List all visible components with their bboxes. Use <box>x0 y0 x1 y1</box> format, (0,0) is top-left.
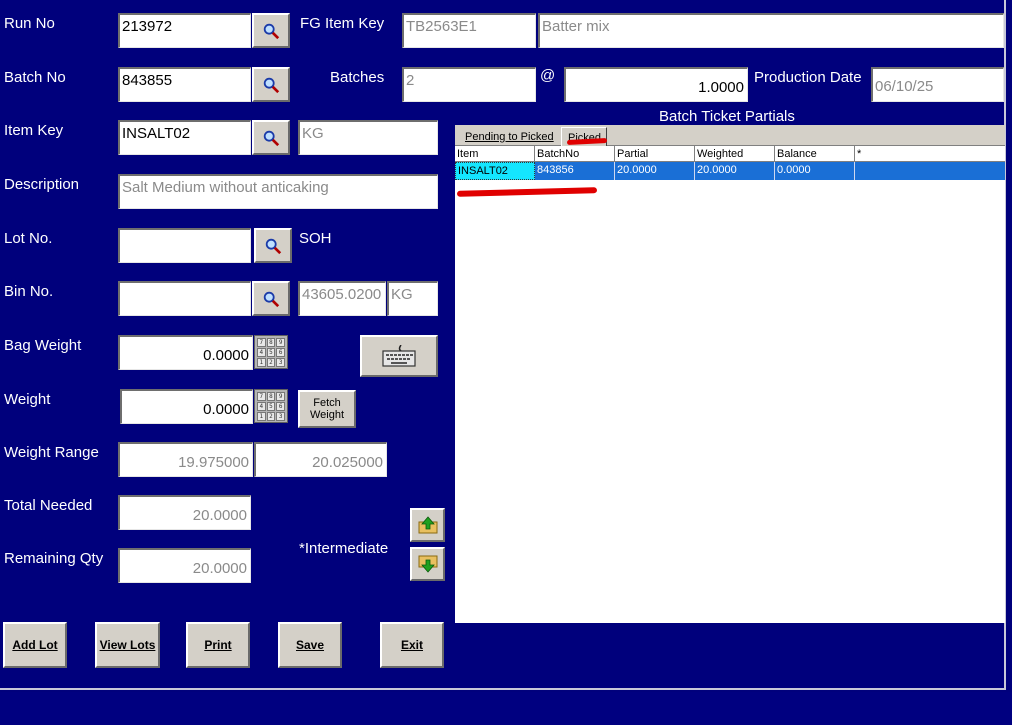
batch-no-field[interactable]: 843855 <box>118 67 251 102</box>
weight-range-min-field: 19.975000 <box>118 442 253 477</box>
table-row[interactable]: INSALT02 843856 20.0000 20.0000 0.0000 <box>455 162 1005 180</box>
item-key-search-button[interactable] <box>252 120 290 155</box>
batches-label: Batches <box>330 69 385 86</box>
cell-extra[interactable] <box>855 162 1005 180</box>
cell-partial[interactable]: 20.0000 <box>615 162 695 180</box>
fg-item-key-label: FG Item Key <box>300 15 385 32</box>
bin-no-label: Bin No. <box>4 283 54 300</box>
total-needed-label: Total Needed <box>4 497 93 514</box>
item-uom-field: KG <box>298 120 438 155</box>
run-no-search-button[interactable] <box>252 13 290 48</box>
col-header-extra[interactable]: * <box>855 146 1005 162</box>
run-no-label: Run No <box>4 15 55 32</box>
annotation-underline-row <box>456 187 598 197</box>
lot-no-field[interactable] <box>118 228 251 263</box>
run-no-field[interactable]: 213972 <box>118 13 251 48</box>
move-down-button[interactable] <box>410 547 445 581</box>
add-lot-button[interactable]: Add Lot <box>3 622 67 668</box>
cell-weighted[interactable]: 20.0000 <box>695 162 775 180</box>
total-needed-field: 20.0000 <box>118 495 251 530</box>
soh-label: SOH <box>299 230 332 247</box>
intermediate-label: *Intermediate <box>299 540 389 557</box>
remaining-qty-field: 20.0000 <box>118 548 251 583</box>
fetch-weight-label-1: Fetch <box>313 397 341 409</box>
fg-item-key-field: TB2563E1 <box>402 13 536 48</box>
batch-no-search-button[interactable] <box>252 67 290 102</box>
description-field: Salt Medium without anticaking <box>118 174 438 209</box>
lot-no-search-button[interactable] <box>254 228 292 263</box>
batch-qty-field: 1.0000 <box>564 67 748 102</box>
col-header-balance[interactable]: Balance <box>775 146 855 162</box>
partials-tab-bar: Pending to Picked Picked <box>455 125 1005 146</box>
fg-item-name-field: Batter mix <box>538 13 1004 48</box>
search-icon <box>263 77 280 93</box>
soh-value-field: 43605.0200 <box>298 281 386 316</box>
production-date-label: Production Date <box>754 69 862 86</box>
move-up-button[interactable] <box>410 508 445 542</box>
batch-no-label: Batch No <box>4 69 66 86</box>
bag-weight-numpad-button[interactable]: 789456123 <box>254 335 288 369</box>
cell-batchno[interactable]: 843856 <box>535 162 615 180</box>
arrow-down-icon <box>418 555 437 573</box>
col-header-item[interactable]: Item <box>455 146 535 162</box>
description-label: Description <box>4 176 80 193</box>
search-icon <box>265 238 282 254</box>
bin-no-field[interactable] <box>118 281 251 316</box>
at-label: @ <box>540 67 556 84</box>
keyboard-icon <box>382 345 416 367</box>
tab-pending-to-picked[interactable]: Pending to Picked <box>459 127 560 146</box>
weight-numpad-button[interactable]: 789456123 <box>254 389 288 423</box>
view-lots-button[interactable]: View Lots <box>95 622 160 668</box>
weight-field[interactable]: 0.0000 <box>120 389 253 424</box>
save-button[interactable]: Save <box>278 622 342 668</box>
print-button[interactable]: Print <box>186 622 250 668</box>
weight-label: Weight <box>4 391 51 408</box>
lot-no-label: Lot No. <box>4 230 53 247</box>
tab-pending-to-picked-label: Pending to Picked <box>465 131 554 143</box>
fetch-weight-button[interactable]: Fetch Weight <box>298 390 356 428</box>
cell-item[interactable]: INSALT02 <box>455 162 535 180</box>
bottom-strip <box>0 692 1012 725</box>
batches-field: 2 <box>402 67 536 102</box>
exit-button[interactable]: Exit <box>380 622 444 668</box>
partials-title: Batch Ticket Partials <box>659 108 795 125</box>
bag-weight-label: Bag Weight <box>4 337 82 354</box>
arrow-up-icon <box>418 516 437 534</box>
item-key-field[interactable]: INSALT02 <box>118 120 251 155</box>
keyboard-button[interactable] <box>360 335 438 377</box>
weight-range-max-field: 20.025000 <box>254 442 387 477</box>
cell-balance[interactable]: 0.0000 <box>775 162 855 180</box>
bag-weight-field[interactable]: 0.0000 <box>118 335 253 370</box>
col-header-partial[interactable]: Partial <box>615 146 695 162</box>
partials-panel: Pending to Picked Picked Item BatchNo Pa… <box>455 125 1005 623</box>
bin-no-search-button[interactable] <box>252 281 290 316</box>
col-header-weighted[interactable]: Weighted <box>695 146 775 162</box>
weight-range-label: Weight Range <box>4 444 99 461</box>
search-icon <box>263 291 280 307</box>
remaining-qty-label: Remaining Qty <box>4 550 104 567</box>
col-header-batchno[interactable]: BatchNo <box>535 146 615 162</box>
item-key-label: Item Key <box>4 122 64 139</box>
search-icon <box>263 130 280 146</box>
fetch-weight-label-2: Weight <box>309 409 345 421</box>
soh-uom-field: KG <box>387 281 438 316</box>
search-icon <box>263 23 280 39</box>
production-date-field: 06/10/25 <box>871 67 1004 102</box>
